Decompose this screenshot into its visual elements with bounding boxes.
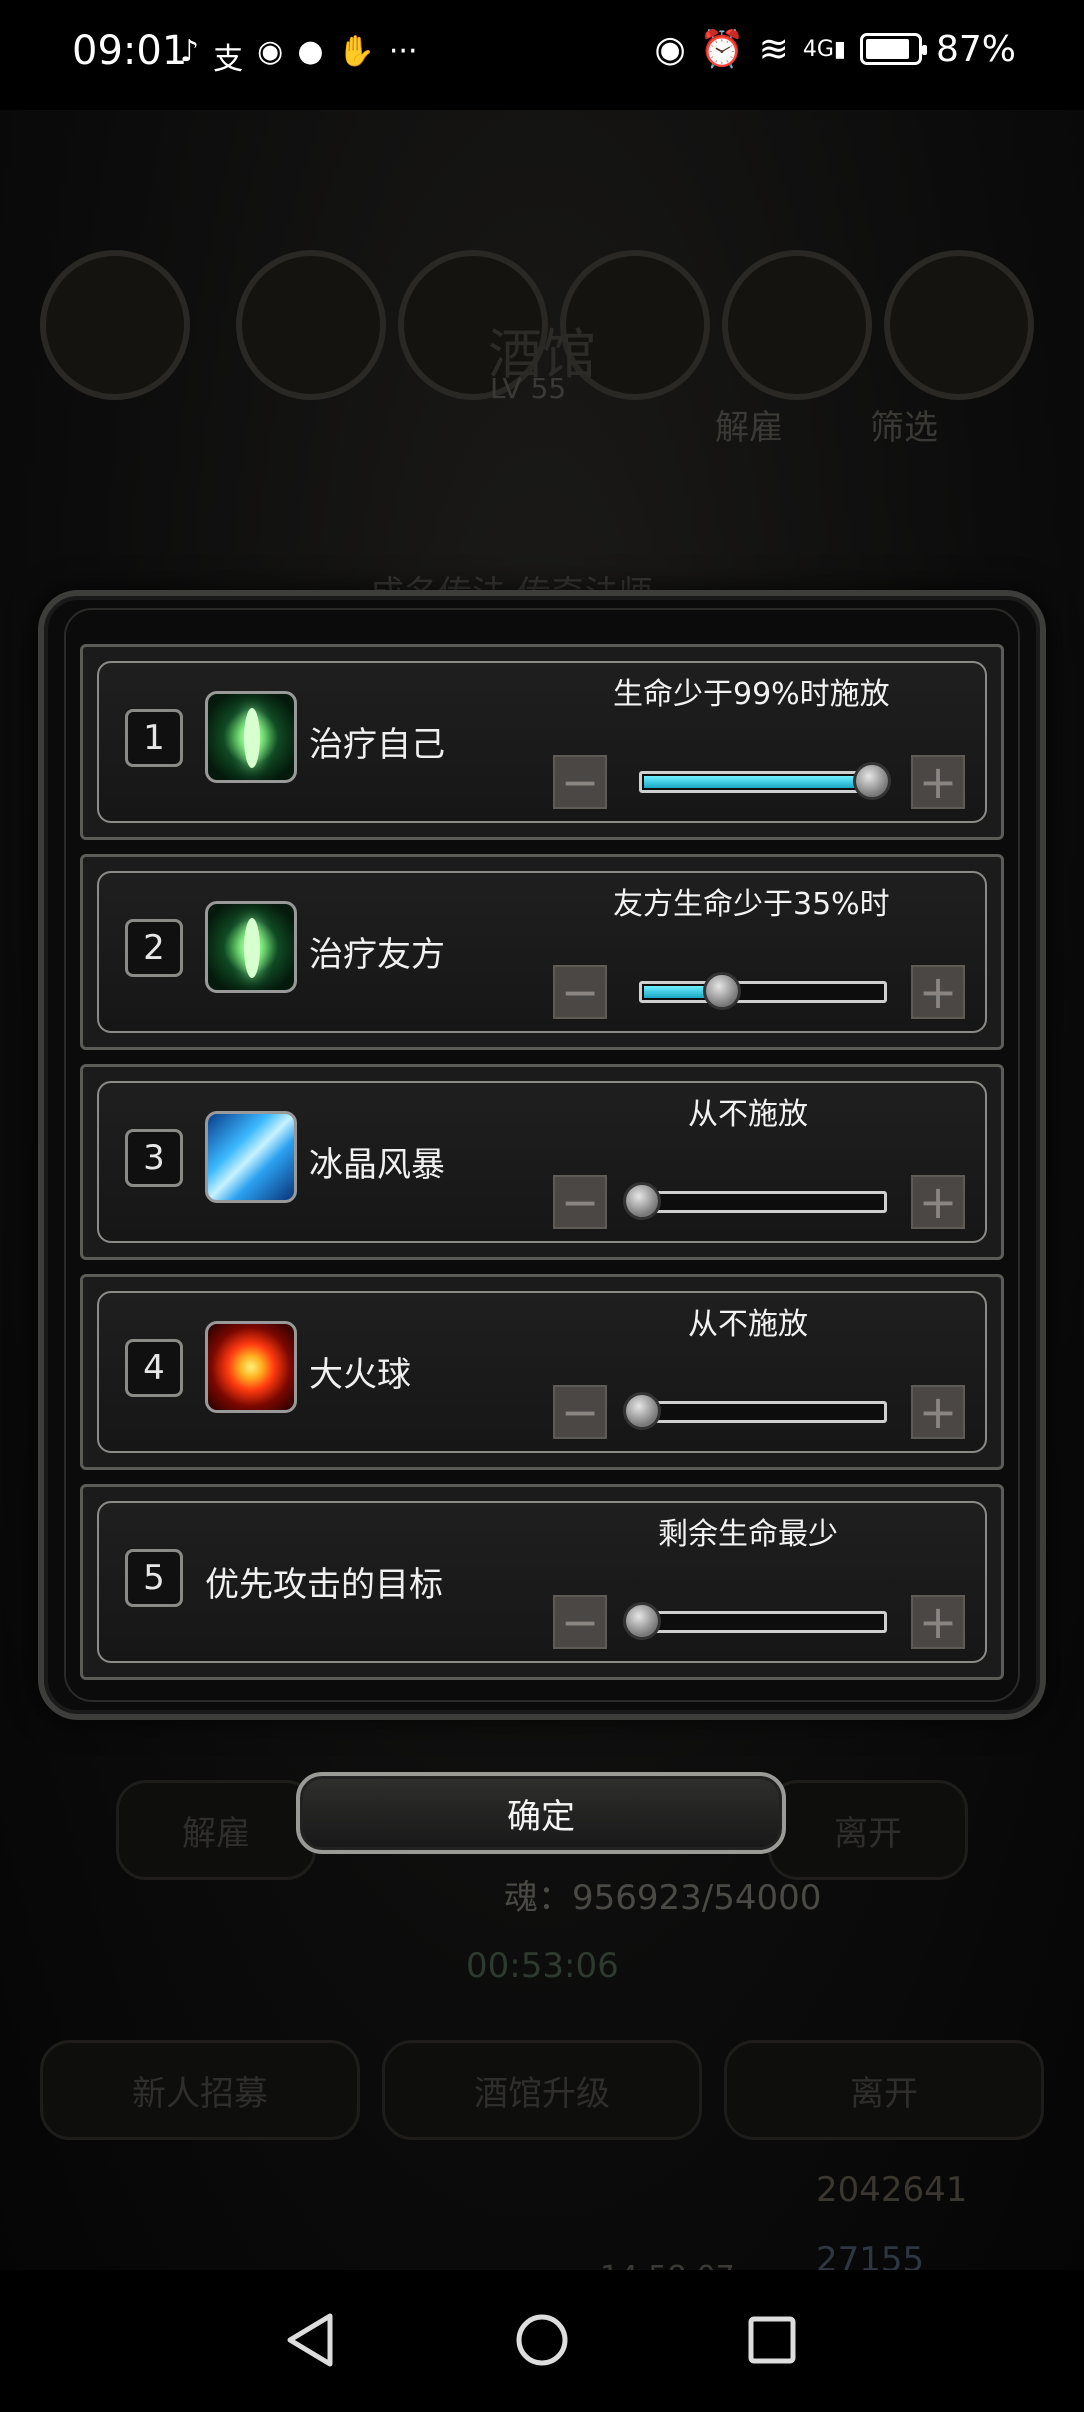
minus-icon: − <box>560 965 600 1019</box>
ice-storm-icon <box>205 1111 297 1203</box>
skill-name: 治疗友方 <box>309 935 445 975</box>
confirm-button[interactable]: 确定 <box>296 1772 786 1854</box>
skill-name: 优先攻击的目标 <box>205 1565 443 1605</box>
bg-hire: 解雇 <box>715 408 783 448</box>
status-time: 09:01 <box>72 28 188 74</box>
slider-knob[interactable] <box>623 1392 661 1430</box>
tiktok-icon: ♪ <box>180 34 200 69</box>
condition-slider[interactable] <box>639 762 891 800</box>
status-right: ◉ ⏰ ≋ 4G▮ 87% <box>654 28 1016 71</box>
skill-index: 4 <box>125 1339 183 1397</box>
condition-slider[interactable] <box>623 1392 887 1430</box>
increase-button[interactable]: + <box>911 1385 965 1439</box>
skill-name: 冰晶风暴 <box>309 1145 445 1185</box>
skill-row: 3 冰晶风暴 从不施放 − + <box>80 1064 1004 1260</box>
plus-icon: + <box>918 755 958 809</box>
bg-gold: 2042641 <box>816 2170 968 2210</box>
plus-icon: + <box>918 965 958 1019</box>
bg-recruit-button: 新人招募 <box>40 2040 360 2140</box>
cast-condition: 生命少于99%时施放 <box>613 677 890 712</box>
back-button[interactable] <box>280 2310 340 2370</box>
skill-index: 1 <box>125 709 183 767</box>
cast-condition: 剩余生命最少 <box>658 1517 838 1552</box>
decrease-button[interactable]: − <box>553 1595 607 1649</box>
bg-timer: 00:53:06 <box>466 1946 619 1986</box>
slider-fill <box>644 776 870 788</box>
slider-knob[interactable] <box>852 762 891 800</box>
alarm-icon: ⏰ <box>699 29 745 70</box>
increase-button[interactable]: + <box>911 965 965 1019</box>
skill-index: 3 <box>125 1129 183 1187</box>
skill-name: 大火球 <box>309 1355 411 1395</box>
bg-upgrade-button: 酒馆升级 <box>382 2040 702 2140</box>
bg-leave2-button: 离开 <box>724 2040 1044 2140</box>
home-icon <box>516 2314 568 2366</box>
increase-button[interactable]: + <box>911 1175 965 1229</box>
cast-condition: 从不施放 <box>688 1307 808 1342</box>
bg-level: LV 55 <box>490 372 567 405</box>
condition-slider[interactable] <box>623 1182 887 1220</box>
decrease-button[interactable]: − <box>553 1385 607 1439</box>
slider-knob[interactable] <box>702 972 741 1010</box>
fireball-icon <box>205 1321 297 1413</box>
skill-name: 治疗自己 <box>309 725 445 765</box>
notification-icons: ♪ 支 ◉ ● ✋ ··· <box>180 34 418 78</box>
bg-filter: 筛选 <box>870 408 938 448</box>
plus-icon: + <box>918 1175 958 1229</box>
minus-icon: − <box>560 1595 600 1649</box>
bg-leave-button: 离开 <box>768 1780 968 1880</box>
hand-icon: ✋ <box>337 34 375 69</box>
heal-crystal-icon <box>205 901 297 993</box>
decrease-button[interactable]: − <box>553 1175 607 1229</box>
battery-icon <box>859 33 927 65</box>
wifi-icon: ≋ <box>758 28 789 70</box>
condition-slider[interactable] <box>639 972 887 1010</box>
skill-row: 5 优先攻击的目标 剩余生命最少 − + <box>80 1484 1004 1680</box>
skill-row: 1 治疗自己 生命少于99%时施放 − + <box>80 644 1004 840</box>
decrease-button[interactable]: − <box>553 965 607 1019</box>
slider-knob[interactable] <box>623 1602 661 1640</box>
home-button[interactable] <box>512 2310 572 2370</box>
skill-row: 2 治疗友方 友方生命少于35%时 − + <box>80 854 1004 1050</box>
bg-soul: 魂：956923/54000 <box>504 1878 822 1918</box>
minus-icon: − <box>560 1175 600 1229</box>
battery-percent: 87% <box>935 28 1016 70</box>
wechat-icon: ◉ <box>257 34 284 69</box>
minus-icon: − <box>560 755 600 809</box>
cast-condition: 友方生命少于35%时 <box>613 887 890 922</box>
increase-button[interactable]: + <box>911 755 965 809</box>
alipay-icon: 支 <box>213 42 244 77</box>
recents-icon <box>748 2316 796 2364</box>
increase-button[interactable]: + <box>911 1595 965 1649</box>
skill-index: 5 <box>125 1549 183 1607</box>
cast-condition: 从不施放 <box>688 1097 808 1132</box>
plus-icon: + <box>918 1385 958 1439</box>
system-nav-bar <box>0 2270 1084 2412</box>
bg-dismiss-button: 解雇 <box>116 1780 316 1880</box>
back-icon <box>287 2313 333 2367</box>
eye-icon: ◉ <box>654 28 686 70</box>
recents-button[interactable] <box>742 2310 802 2370</box>
more-icon: ··· <box>388 34 418 69</box>
heal-crystal-icon <box>205 691 297 783</box>
skill-index: 2 <box>125 919 183 977</box>
minus-icon: − <box>560 1385 600 1439</box>
signal-icon: 4G▮ <box>802 36 846 62</box>
status-bar: 09:01 ♪ 支 ◉ ● ✋ ··· ◉ ⏰ ≋ 4G▮ 87% <box>0 0 1084 110</box>
message-icon: ● <box>297 34 324 69</box>
skill-row: 4 大火球 从不施放 − + <box>80 1274 1004 1470</box>
condition-slider[interactable] <box>623 1602 887 1640</box>
plus-icon: + <box>918 1595 958 1649</box>
slider-knob[interactable] <box>623 1182 661 1220</box>
decrease-button[interactable]: − <box>553 755 607 809</box>
